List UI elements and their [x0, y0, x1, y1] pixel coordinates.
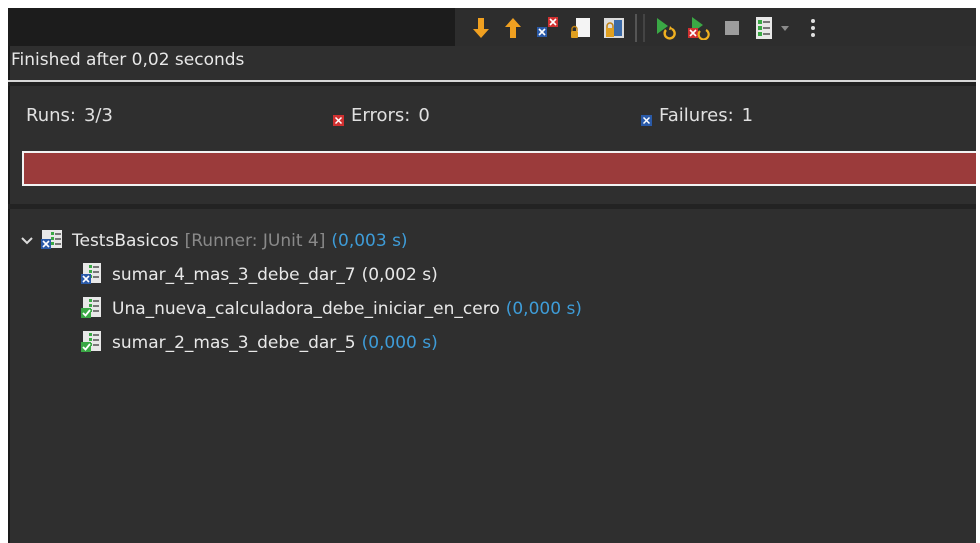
divider	[8, 82, 976, 86]
toolbar-separator	[635, 14, 637, 42]
suite-time: (0,003 s)	[331, 231, 408, 251]
failures-label: Failures:	[659, 105, 734, 126]
toolbar-separator	[643, 14, 645, 42]
suite-name: TestsBasicos	[72, 231, 179, 251]
history-dropdown-icon[interactable]	[778, 16, 792, 40]
runs-label: Runs:	[26, 105, 76, 126]
test-name: sumar_4_mas_3_debe_dar_7	[112, 265, 356, 285]
failure-icon	[641, 110, 652, 126]
divider	[8, 204, 976, 209]
failures-value: 1	[741, 105, 754, 126]
chevron-down-icon[interactable]	[20, 234, 34, 248]
view-menu-icon[interactable]	[801, 16, 825, 40]
rerun-test-icon[interactable]	[654, 16, 678, 40]
junit-toolbar	[455, 8, 980, 46]
junit-view-panel: Finished after 0,02 seconds Runs: 3/3 Er…	[8, 8, 980, 543]
runs-counter: Runs: 3/3	[26, 105, 113, 126]
scroll-lock-icon[interactable]	[569, 16, 593, 40]
test-passed-icon	[80, 329, 104, 358]
test-name: sumar_2_mas_3_debe_dar_5	[112, 333, 356, 353]
runs-value: 3/3	[83, 105, 113, 126]
progress-bar	[22, 151, 980, 186]
error-icon	[333, 110, 344, 126]
errors-value: 0	[418, 105, 430, 126]
test-time: (0,000 s)	[361, 333, 438, 353]
show-skipped-icon[interactable]	[602, 16, 626, 40]
suite-runner: [Runner: JUnit 4]	[184, 231, 326, 251]
next-failure-icon[interactable]	[469, 16, 493, 40]
status-message: Finished after 0,02 seconds	[11, 50, 245, 70]
test-run-history-icon[interactable]	[753, 16, 777, 40]
test-time: (0,000 s)	[505, 299, 582, 319]
test-suite-failure-icon	[40, 227, 64, 256]
toolbar-empty-area	[8, 8, 455, 46]
test-name: Una_nueva_calculadora_debe_iniciar_en_ce…	[112, 299, 500, 319]
tree-test-row[interactable]: Una_nueva_calculadora_debe_iniciar_en_ce…	[80, 296, 582, 322]
errors-label: Errors:	[351, 105, 411, 126]
failures-counter: Failures: 1	[641, 105, 753, 126]
stop-icon[interactable]	[720, 16, 744, 40]
show-failures-only-icon[interactable]	[535, 16, 559, 40]
test-failure-icon	[80, 261, 104, 290]
tree-test-row[interactable]: sumar_2_mas_3_debe_dar_5 (0,000 s)	[80, 330, 438, 356]
tree-suite-row[interactable]: TestsBasicos [Runner: JUnit 4] (0,003 s)	[20, 228, 408, 254]
test-time: (0,002 s)	[361, 265, 438, 285]
window-edge	[976, 0, 980, 543]
errors-counter: Errors: 0	[333, 105, 430, 126]
rerun-failed-first-icon[interactable]	[686, 16, 710, 40]
tree-test-row[interactable]: sumar_4_mas_3_debe_dar_7 (0,002 s)	[80, 262, 438, 288]
test-passed-icon	[80, 295, 104, 324]
panel-left-border	[8, 8, 10, 543]
previous-failure-icon[interactable]	[501, 16, 525, 40]
